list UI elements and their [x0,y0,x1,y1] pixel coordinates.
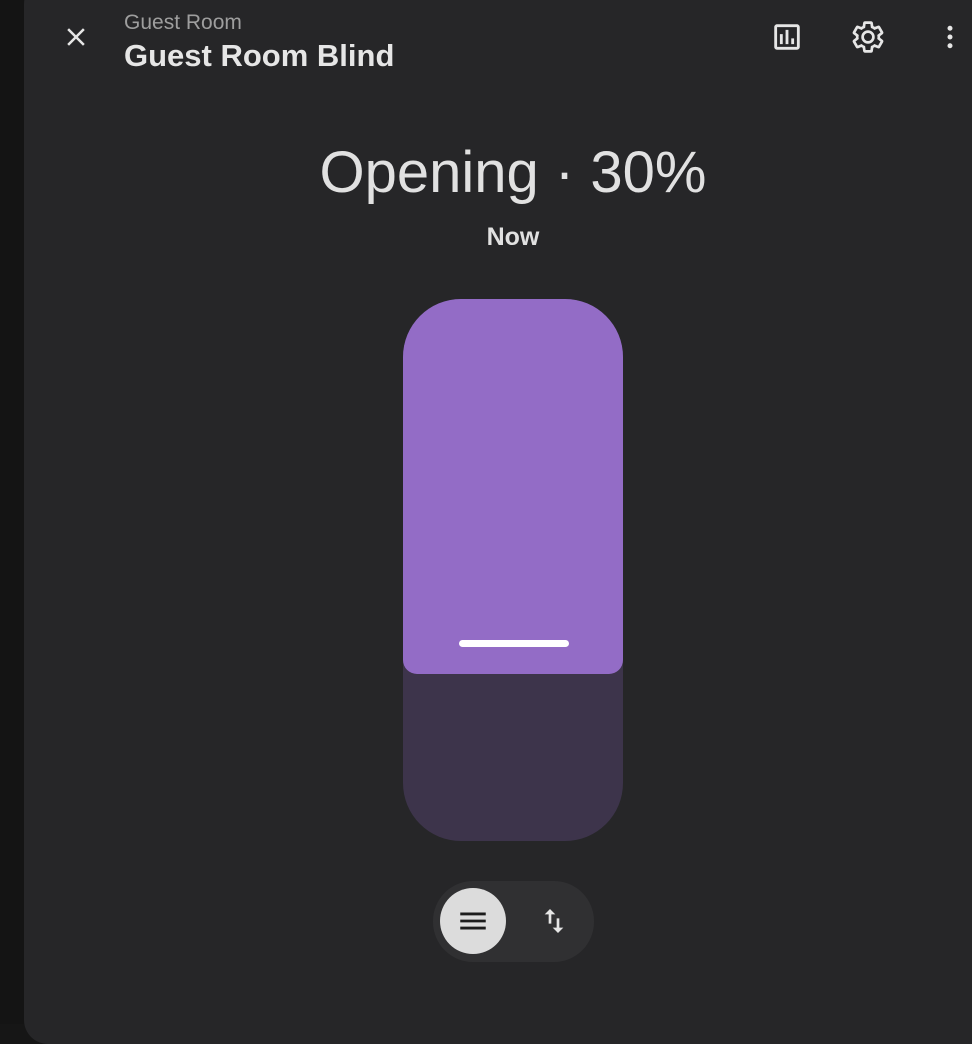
breadcrumb: Guest Room [124,11,242,34]
gear-icon [852,21,884,53]
menu-icon [460,912,486,930]
slider-fill [403,299,623,674]
history-button[interactable] [763,13,811,61]
position-mode-button[interactable] [440,888,506,954]
close-icon [67,28,85,46]
position-slider[interactable] [403,299,623,841]
dots-vertical-icon [947,25,953,49]
settings-button[interactable] [844,13,892,61]
swap-vertical-icon [544,909,564,933]
up-down-mode-button[interactable] [521,888,587,954]
more-options-button[interactable] [926,13,972,61]
control-mode-toggle [433,881,594,962]
page-title: Guest Room Blind [124,38,395,73]
slider-handle[interactable] [459,640,569,647]
cover-state-label: Opening · 30% [319,140,707,205]
dialog-header: Guest Room Guest Room Blind [0,0,972,90]
close-button[interactable] [52,13,100,61]
chart-box-icon [774,24,800,50]
last-changed-label: Now [486,223,540,251]
